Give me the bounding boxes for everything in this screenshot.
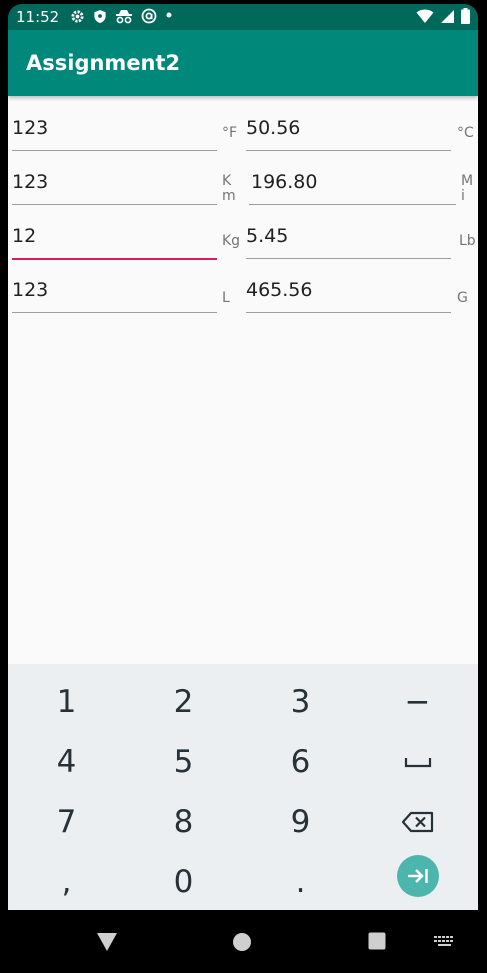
kilogram-unit-label: Kg	[222, 233, 241, 249]
recents-icon[interactable]	[368, 932, 386, 950]
backspace-icon	[401, 811, 433, 833]
key-0[interactable]: 0	[125, 852, 242, 912]
status-icons-right	[416, 8, 470, 24]
conversion-row-weight: 12 Kg 5.45 Lb	[8, 212, 478, 266]
key-1[interactable]: 1	[8, 672, 125, 732]
key-3[interactable]: 3	[242, 672, 359, 732]
key-minus[interactable]: −	[359, 672, 476, 732]
wifi-icon	[416, 9, 434, 23]
celsius-output[interactable]: 50.56	[246, 114, 451, 151]
key-6[interactable]: 6	[242, 732, 359, 792]
numeric-keyboard: 1 2 3 − 4 5 6 7 8 9 , 0 .	[8, 664, 478, 910]
conversion-row-temperature: 123 °F 50.56 °C	[8, 104, 478, 158]
conversion-row-distance: 123 K m 196.80 M i	[8, 158, 478, 212]
at-sign-icon	[141, 8, 157, 24]
incognito-icon	[116, 10, 132, 24]
key-5[interactable]: 5	[125, 732, 242, 792]
mile-output[interactable]: 196.80	[249, 168, 456, 205]
key-comma[interactable]: ,	[8, 852, 125, 912]
home-icon[interactable]	[232, 932, 252, 952]
liter-input[interactable]: 123	[12, 276, 217, 313]
gallon-unit-label: G	[457, 290, 468, 306]
fahrenheit-unit-label: °F	[222, 125, 238, 141]
space-bar-icon	[404, 758, 431, 768]
fahrenheit-input[interactable]: 123	[12, 114, 217, 151]
app-title: Assignment2	[26, 51, 181, 75]
liter-unit-label: L	[222, 290, 230, 306]
kilometer-unit-label: K m	[222, 173, 236, 204]
phone-screen: 11:52 Assignment2 123 °F 50.56 °C 123 K …	[8, 4, 478, 970]
signal-icon	[441, 9, 454, 23]
back-icon[interactable]	[96, 932, 118, 952]
conversion-row-volume: 123 L 465.56 G	[8, 266, 478, 320]
kilogram-input[interactable]: 12	[12, 222, 217, 260]
converter-form: 123 °F 50.56 °C 123 K m 196.80 M i 12 Kg…	[8, 96, 478, 664]
app-bar: Assignment2	[8, 30, 478, 96]
dot-icon	[166, 12, 172, 18]
key-8[interactable]: 8	[125, 792, 242, 852]
key-next[interactable]	[359, 846, 476, 906]
keyboard-icon[interactable]	[434, 936, 456, 948]
next-action-button[interactable]	[396, 855, 439, 897]
key-backspace[interactable]	[359, 792, 476, 852]
gallon-output[interactable]: 465.56	[246, 276, 451, 313]
key-period[interactable]: .	[242, 852, 359, 912]
pound-unit-label: Lb	[459, 233, 476, 249]
status-time: 11:52	[16, 8, 60, 26]
key-9[interactable]: 9	[242, 792, 359, 852]
battery-icon	[461, 8, 470, 24]
gear-icon	[71, 10, 84, 23]
status-bar: 11:52	[8, 4, 478, 30]
kilometer-input[interactable]: 123	[12, 168, 217, 205]
next-icon	[407, 869, 428, 883]
pound-output[interactable]: 5.45	[246, 222, 451, 259]
key-7[interactable]: 7	[8, 792, 125, 852]
key-2[interactable]: 2	[125, 672, 242, 732]
status-icons-left	[70, 7, 173, 24]
mile-unit-label: M i	[461, 173, 474, 204]
celsius-unit-label: °C	[457, 125, 474, 141]
key-space[interactable]	[359, 732, 476, 792]
key-4[interactable]: 4	[8, 732, 125, 792]
shield-icon	[94, 9, 106, 24]
navigation-bar	[8, 910, 478, 970]
